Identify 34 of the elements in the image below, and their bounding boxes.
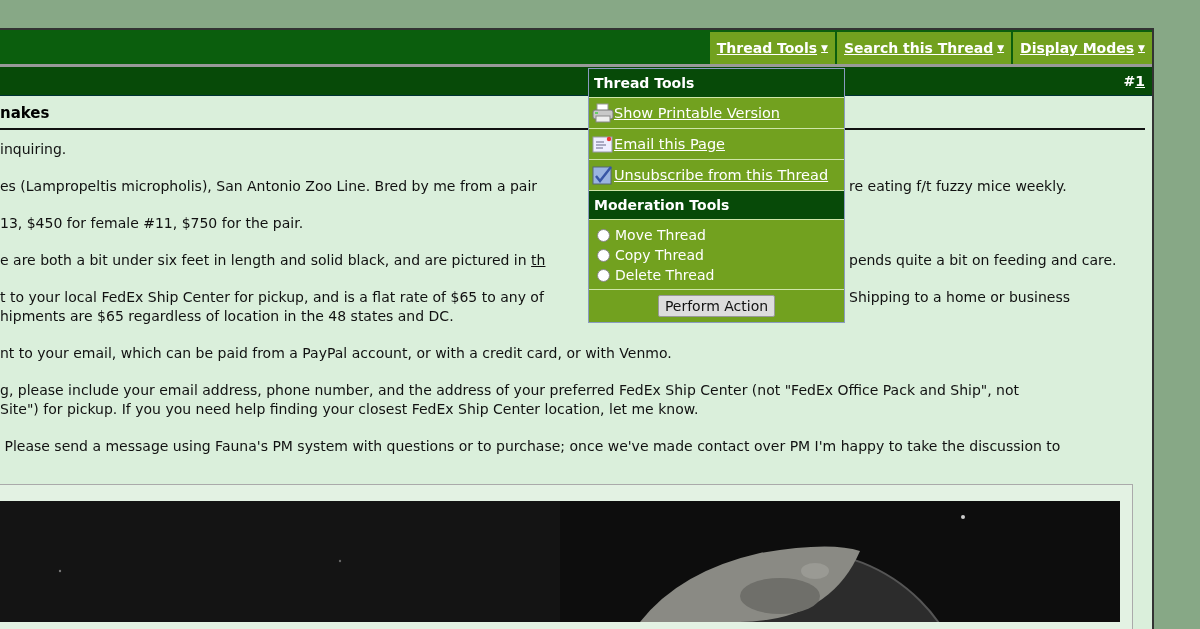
radio-label: Copy Thread [615, 247, 704, 263]
printer-icon [592, 103, 614, 123]
post-text: e are both a bit under six feet in length and solid black, and are pictured in th [0, 251, 547, 270]
tool-menu-link[interactable]: Display Modes ▼ [1013, 32, 1152, 64]
post-text: re eating f/t fuzzy mice weekly. [848, 177, 1068, 196]
post-paragraph: nt to your email, which can be paid from a PayPal account, or with a credit card, or with Venmo. [0, 344, 672, 363]
post-text: es (Lampropeltis micropholis), San Antonio Zoo Line. Bred by me from a pair [0, 177, 539, 196]
menu-heading: Thread Tools [589, 69, 844, 98]
perform-action-button[interactable]: Perform Action [657, 295, 776, 317]
radio-label: Move Thread [615, 227, 706, 243]
radio-button[interactable] [597, 248, 610, 262]
post-paragraph: Please send a message using Fauna's PM system with questions or to purchase; once we've made contact over PM I'm happy to take the discussion to [3, 437, 1061, 456]
letter-icon [592, 134, 614, 154]
post-text: hipments are $65 regardless of location in the 48 states and DC. [0, 307, 455, 326]
post-text: pends quite a bit on feeding and care. [848, 251, 1118, 270]
menu-link[interactable]: Email this Page [614, 136, 725, 152]
radio-button[interactable] [597, 268, 610, 282]
radio-button[interactable] [597, 228, 610, 242]
thread-title: nakes [0, 103, 50, 124]
post-paragraph: 13, $450 for female #11, $750 for the pair. [0, 214, 304, 233]
tool-menu-link[interactable]: Thread Tools ▼ [709, 32, 836, 64]
post-paragraph: inquiring. [0, 140, 67, 159]
checkmark-icon [592, 165, 614, 185]
post-number-link[interactable]: 1 [1135, 73, 1145, 89]
post-paragraph: g, please include your email address, phone number, and the address of your preferred FedEx Ship Center (not "FedEx Office Pack and Ship", not Site") for pickup. If you you need help finding your closest FedEx Ship Center location, let me know. [0, 381, 1020, 419]
post-link[interactable]: th [531, 252, 546, 268]
tool-menu-link[interactable]: Search this Thread ▼ [837, 32, 1012, 64]
menu-link[interactable]: Show Printable Version [614, 105, 781, 121]
post-text: t to your local FedEx Ship Center for pickup, and is a flat rate of $65 to any of [0, 288, 546, 307]
radio-label: Delete Thread [615, 267, 715, 283]
menu-link[interactable]: Unsubscribe from this Thread [614, 167, 829, 183]
post-text: Shipping to a home or business [848, 288, 1071, 307]
menu-heading: Moderation Tools [589, 191, 844, 220]
post-number: #1 [1123, 73, 1145, 89]
